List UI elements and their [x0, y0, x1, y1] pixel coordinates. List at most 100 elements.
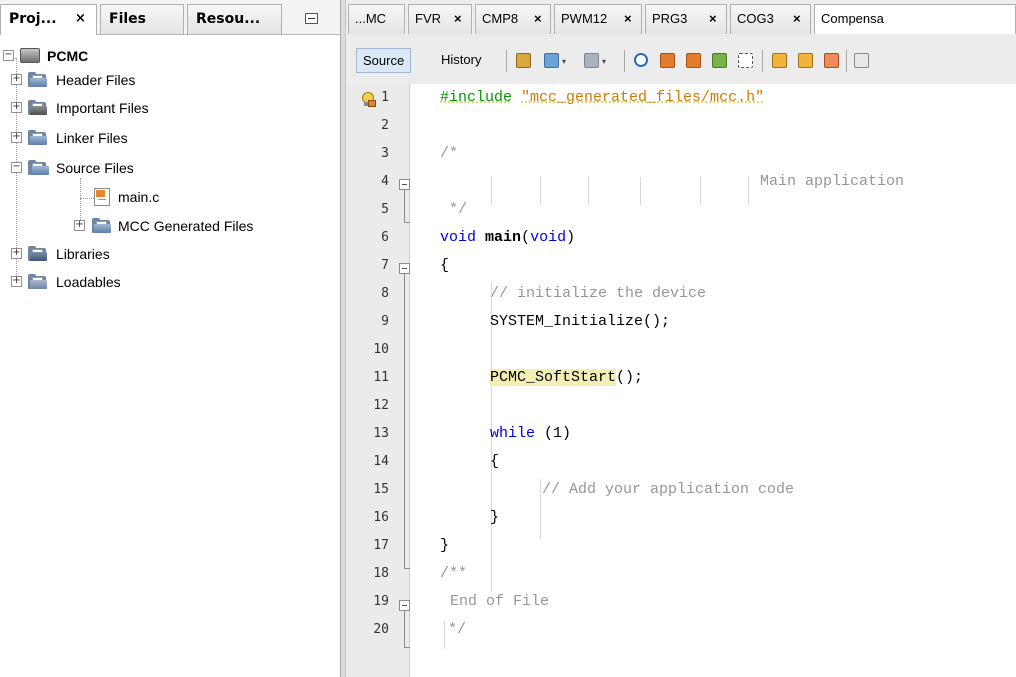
tree-item-label: Important Files [56, 100, 149, 116]
code-line-4: Main application [760, 173, 905, 190]
toolbar-separator [624, 50, 625, 72]
editor-tab-compensator[interactable]: Compensa [814, 4, 1016, 34]
tree-item-important-files[interactable]: + Important Files [0, 97, 330, 119]
fold-toggle-icon[interactable] [399, 179, 410, 190]
code-line-17: } [440, 537, 450, 554]
close-icon[interactable]: × [709, 5, 717, 33]
editor-tab-label: COG3 [737, 11, 774, 26]
line-number: 3 [381, 146, 389, 161]
tab-files[interactable]: Files [100, 4, 184, 34]
close-icon[interactable]: × [534, 5, 542, 33]
tree-item-label: Linker Files [56, 130, 128, 146]
editor-tab-label: PRG3 [652, 11, 688, 26]
toolbar-separator [846, 50, 847, 72]
tree-item-mcc-generated-files[interactable]: + MCC Generated Files [0, 215, 330, 237]
tab-files-label: Files [109, 11, 146, 27]
source-view-button[interactable]: Source [356, 48, 412, 73]
tab-projects-label: Proj... [9, 11, 57, 27]
find-previous-icon[interactable] [658, 51, 676, 69]
tree-root-pcmc[interactable]: − PCMC [0, 45, 330, 67]
code-editor[interactable]: #include "mcc_generated_files/mcc.h" /* … [410, 84, 1016, 677]
history-view-button[interactable]: History [435, 48, 487, 73]
tree-item-loadables[interactable]: + Loadables [0, 271, 330, 293]
last-edit-icon[interactable] [514, 51, 532, 69]
tree-item-header-files[interactable]: + Header Files [0, 69, 330, 91]
close-icon[interactable]: × [793, 5, 801, 33]
expand-icon[interactable]: + [11, 102, 22, 113]
expand-icon[interactable]: + [11, 132, 22, 143]
editor-tab-fvr[interactable]: FVR × [408, 4, 472, 34]
toggle-bookmark-icon[interactable] [822, 51, 840, 69]
find-next-icon[interactable] [684, 51, 702, 69]
tab-resources-label: Resou... [196, 11, 261, 27]
tree-item-libraries[interactable]: + Libraries [0, 243, 330, 265]
find-icon[interactable] [632, 51, 650, 69]
tab-resources[interactable]: Resou... [187, 4, 282, 34]
fold-toggle-icon[interactable] [399, 263, 410, 274]
line-number: 10 [373, 342, 389, 357]
line-number: 19 [373, 594, 389, 609]
close-icon[interactable]: × [454, 5, 462, 33]
indent-guide [640, 177, 641, 205]
hint-bulb-icon[interactable] [360, 92, 376, 108]
indent-guide [491, 177, 492, 205]
line-number: 18 [373, 566, 389, 581]
previous-bookmark-icon[interactable] [770, 51, 788, 69]
forward-icon[interactable]: ▾ [582, 51, 606, 69]
fold-guide [404, 274, 405, 568]
minimize-panel-icon[interactable] [305, 13, 318, 24]
editor-tab-cog3[interactable]: COG3 × [730, 4, 811, 34]
editor-tab-bar: ...MC FVR × CMP8 × PWM12 × PRG3 × COG3 ×… [346, 0, 1016, 35]
shift-left-icon[interactable] [852, 51, 870, 69]
editor-tab-label: Compensa [821, 11, 884, 26]
tab-projects[interactable]: Proj... × [0, 4, 97, 35]
keyword: void [530, 229, 567, 246]
next-bookmark-icon[interactable] [796, 51, 814, 69]
folder-icon [28, 72, 48, 88]
tree-item-linker-files[interactable]: + Linker Files [0, 127, 330, 149]
editor-tab-pcmc[interactable]: ...MC [348, 4, 405, 34]
tree-root-label: PCMC [47, 48, 89, 64]
expand-icon[interactable]: + [11, 276, 22, 287]
editor-tab-pwm12[interactable]: PWM12 × [554, 4, 642, 34]
line-number: 16 [373, 510, 389, 525]
include-directive: #include [440, 89, 513, 106]
line-number-gutter: 1 2 3 4 5 6 7 8 9 10 11 12 13 14 15 16 1… [346, 84, 410, 677]
line-number: 11 [373, 370, 389, 385]
editor-tab-label: PWM12 [561, 11, 608, 26]
line-number: 2 [381, 118, 389, 133]
line-number: 12 [373, 398, 389, 413]
close-icon[interactable]: × [624, 5, 632, 33]
code-line-7: { [440, 257, 450, 274]
folder-loadables-icon [28, 274, 48, 290]
tree-item-label: Header Files [56, 72, 136, 88]
keyword: void [440, 229, 477, 246]
code-line-14: { [490, 453, 500, 470]
tree-item-main-c[interactable]: main.c [0, 186, 330, 208]
toolbar-separator [506, 50, 507, 72]
expand-icon[interactable]: + [11, 74, 22, 85]
highlighted-identifier: PCMC_SoftStart [490, 369, 617, 386]
project-panel-tab-bar: Proj... × Files Resou... [0, 0, 340, 35]
fold-toggle-icon[interactable] [399, 600, 410, 611]
fold-guide [404, 190, 405, 222]
find-selection-icon[interactable] [710, 51, 728, 69]
expand-icon[interactable]: + [74, 220, 85, 231]
editor-tab-prg3[interactable]: PRG3 × [645, 4, 727, 34]
folder-icon [28, 130, 48, 146]
editor-tab-cmp8[interactable]: CMP8 × [475, 4, 551, 34]
line-number: 15 [373, 482, 389, 497]
toggle-highlight-icon[interactable] [736, 51, 754, 69]
tree-item-source-files[interactable]: − Source Files [0, 157, 330, 179]
code-line-8: // initialize the device [490, 285, 707, 302]
line-number: 6 [381, 230, 389, 245]
expand-icon[interactable]: + [11, 248, 22, 259]
code-line-6: void main(void) [440, 224, 575, 252]
collapse-icon[interactable]: − [3, 50, 14, 61]
collapse-icon[interactable]: − [11, 162, 22, 173]
line-number: 4 [381, 174, 389, 189]
back-icon[interactable]: ▾ [542, 51, 566, 69]
include-path: "mcc_generated_files/mcc.h" [521, 89, 765, 106]
folder-important-icon [28, 100, 48, 116]
tab-projects-close-icon[interactable]: × [75, 5, 86, 33]
